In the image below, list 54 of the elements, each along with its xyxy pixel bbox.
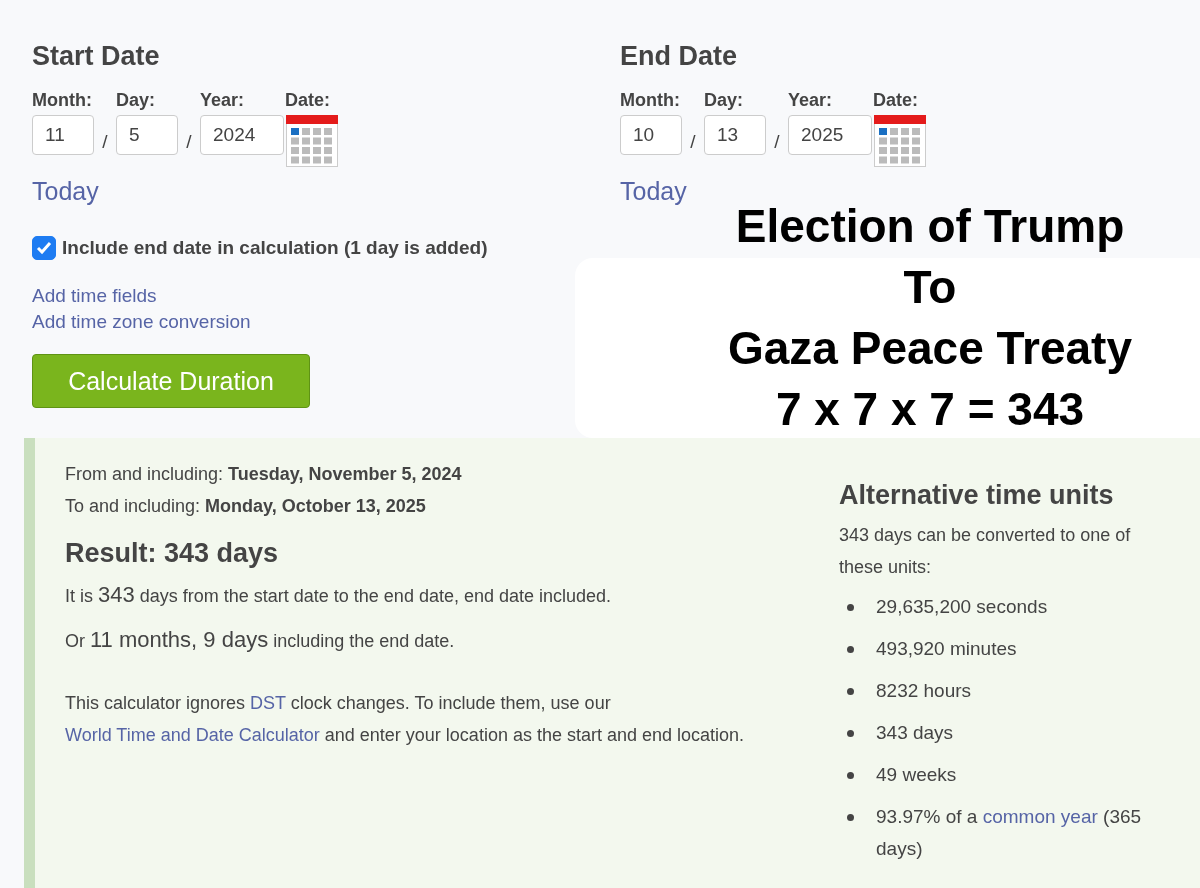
bullet-icon (847, 646, 854, 653)
field-label: Year: (200, 90, 246, 112)
result-text: Or 11 months, 9 days including the end date. (65, 626, 456, 654)
field-label: Month: (620, 90, 681, 112)
date-separator: / (689, 131, 697, 153)
date-separator: / (101, 131, 109, 153)
unit-text: 29,635,200 seconds (876, 595, 1048, 619)
option-link[interactable]: Add time fields (32, 284, 157, 308)
inline-link[interactable]: World Time and Date Calculator (65, 725, 320, 745)
calendar-icon[interactable] (874, 115, 926, 167)
field-label: Date: (285, 90, 330, 112)
result-text: This calculator ignores DST clock changes. To include them, use our World Time and Date Calculator and enter your location as the start and end location. (65, 692, 746, 747)
month-field[interactable]: 10 (620, 115, 682, 155)
day-field[interactable]: 5 (116, 115, 178, 155)
bullet-icon (847, 730, 854, 737)
unit-text: 8232 hours (876, 679, 972, 703)
field-label: Date: (873, 90, 918, 112)
year-field[interactable]: 2025 (788, 115, 872, 155)
date-separator: / (773, 131, 781, 153)
option-link[interactable]: Add time zone conversion (32, 310, 251, 334)
unit-text: 343 days (876, 721, 954, 745)
month-field[interactable]: 11 (32, 115, 94, 155)
date-separator: / (185, 131, 193, 153)
field-label: Year: (788, 90, 834, 112)
result-heading: Result: 343 days (65, 538, 280, 569)
field-label: Day: (116, 90, 156, 112)
unit-text: 493,920 minutes (876, 637, 1017, 661)
field-label: Day: (704, 90, 744, 112)
inline-link[interactable]: DST (250, 693, 286, 713)
date-range-text: From and including: Tuesday, November 5, 2024 (65, 463, 463, 486)
checkbox[interactable] (32, 236, 56, 260)
units-heading: Alternative time units (839, 480, 1115, 511)
bullet-icon (847, 772, 854, 779)
bullet-icon (847, 604, 854, 611)
day-field[interactable]: 13 (704, 115, 766, 155)
inline-link[interactable]: common year (982, 806, 1098, 827)
caption-text: Gaza Peace Treaty (727, 321, 1133, 376)
caption-text: 7 x 7 x 7 = 343 (775, 382, 1085, 437)
unit-text: 93.97% of a common year (365 days) (876, 805, 1143, 861)
today-link[interactable]: Today (32, 177, 620, 206)
bullet-icon (847, 688, 854, 695)
section-heading: Start Date (32, 40, 161, 73)
section-heading: End Date (620, 40, 739, 73)
caption-text: To (903, 260, 957, 315)
units-intro: 343 days can be converted to one of these units: (839, 524, 1132, 579)
checkbox-label: Include end date in calculation (1 day is added) (62, 237, 488, 259)
field-label: Month: (32, 90, 93, 112)
result-text: It is 343 days from the start date to the end date, end date included. (65, 581, 613, 609)
bullet-icon (847, 814, 854, 821)
date-range-text: To and including: Monday, October 13, 2025 (65, 495, 427, 518)
calendar-icon[interactable] (286, 115, 338, 167)
checkmark-icon (36, 241, 52, 255)
unit-text: 49 weeks (876, 763, 957, 787)
year-field[interactable]: 2024 (200, 115, 284, 155)
